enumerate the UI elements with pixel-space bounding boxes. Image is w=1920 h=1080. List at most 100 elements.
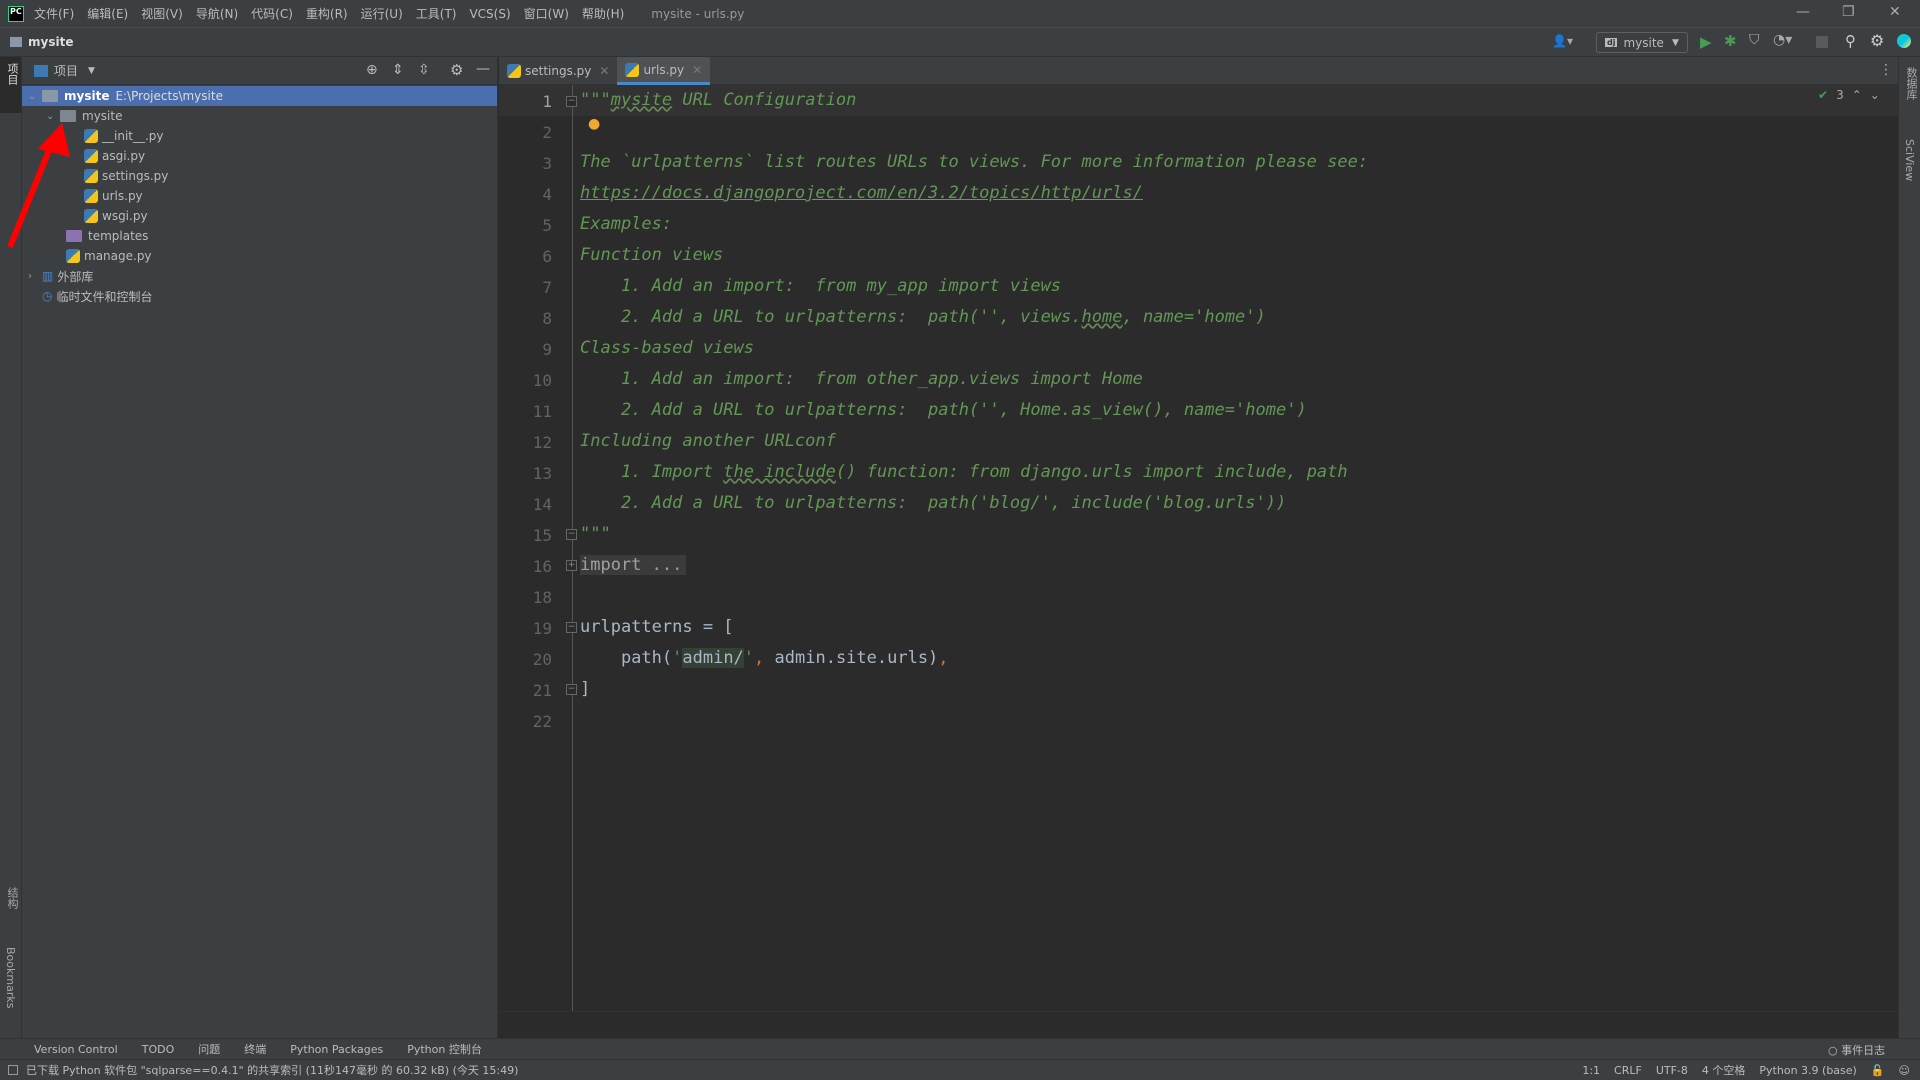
coverage-icon[interactable]: ⛉: [1749, 32, 1760, 48]
breadcrumb[interactable]: mysite: [28, 35, 73, 49]
caret-position[interactable]: 1:1: [1582, 1064, 1600, 1077]
indent-setting[interactable]: 4 个空格: [1702, 1062, 1746, 1078]
database-tool-button[interactable]: 数据库: [1903, 67, 1919, 100]
line-separator[interactable]: CRLF: [1614, 1064, 1642, 1077]
menu-vcs[interactable]: VCS(S): [469, 7, 510, 21]
code-line-7: 1. Add an import: from my_app import vie…: [580, 276, 1062, 296]
tree-item-label: 临时文件和控制台: [56, 289, 153, 304]
tree-item-settings[interactable]: settings.py: [22, 166, 497, 186]
project-panel-header: 项目 ▼ ⊕ ⇕ ⇳ ⚙ —: [22, 57, 497, 85]
more-options-icon[interactable]: ⋮: [1879, 62, 1893, 78]
structure-tool-button[interactable]: 结构: [4, 887, 20, 909]
inspector-icon[interactable]: ☺: [1899, 1064, 1910, 1077]
lightbulb-icon[interactable]: ●: [588, 116, 600, 132]
line-number: 21: [532, 681, 552, 700]
run-config-select[interactable]: dj mysite ▼: [1596, 32, 1688, 53]
next-highlight-icon[interactable]: ⌄: [1870, 88, 1880, 102]
chevron-down-icon[interactable]: ⌄: [28, 91, 42, 102]
fold-collapse-icon[interactable]: −: [566, 96, 577, 107]
tree-item-urls[interactable]: urls.py: [22, 186, 497, 206]
expand-all-icon[interactable]: ⇕: [392, 62, 404, 78]
code-line-12: Including another URLconf: [580, 431, 836, 451]
previous-highlight-icon[interactable]: ⌃: [1852, 88, 1862, 102]
code-with-me-icon[interactable]: [1897, 34, 1911, 48]
gear-icon[interactable]: ⚙: [450, 61, 463, 79]
fold-collapse-icon[interactable]: −: [566, 622, 577, 633]
toggle-tool-windows-icon[interactable]: [8, 1065, 18, 1075]
file-encoding[interactable]: UTF-8: [1656, 1064, 1688, 1077]
lock-icon[interactable]: 🔓: [1871, 1064, 1885, 1077]
gear-icon[interactable]: ⚙: [1870, 31, 1884, 50]
debug-icon[interactable]: ✱: [1724, 32, 1737, 50]
code-line-4-link[interactable]: https://docs.djangoproject.com/en/3.2/to…: [580, 183, 1143, 203]
tree-item-mysite-root[interactable]: ⌄ mysite E:\Projects\mysite: [22, 86, 497, 106]
code-line-15: """: [580, 524, 611, 544]
menu-tools[interactable]: 工具(T): [416, 5, 457, 22]
problems-tool[interactable]: 问题: [198, 1041, 220, 1057]
close-tab-icon[interactable]: ✕: [692, 63, 702, 77]
tab-urls-py[interactable]: urls.py ✕: [617, 57, 711, 85]
close-window-button[interactable]: ✕: [1889, 4, 1901, 20]
tree-item-scratches[interactable]: ◷ 临时文件和控制台: [22, 286, 497, 306]
run-icon[interactable]: ▶: [1700, 33, 1712, 51]
tree-item-mysite-package[interactable]: ⌄ mysite: [22, 106, 497, 126]
inspection-widget[interactable]: ✔ 3 ⌃ ⌄: [1818, 88, 1880, 102]
tab-settings-py[interactable]: settings.py ✕: [499, 57, 617, 85]
chevron-right-icon[interactable]: ›: [28, 271, 42, 282]
tree-item-wsgi[interactable]: wsgi.py: [22, 206, 497, 226]
python-console-tool[interactable]: Python 控制台: [407, 1041, 482, 1057]
tree-item-external-libraries[interactable]: › ▥ 外部库: [22, 266, 497, 286]
project-tool-button[interactable]: 项目: [0, 57, 21, 113]
sciview-tool-button[interactable]: SciView: [1903, 139, 1916, 181]
python-packages-tool[interactable]: Python Packages: [290, 1043, 383, 1056]
menu-file[interactable]: 文件(F): [34, 5, 74, 22]
code-line-10: 1. Add an import: from other_app.views i…: [580, 369, 1143, 389]
menu-help[interactable]: 帮助(H): [582, 5, 624, 22]
tree-item-asgi[interactable]: asgi.py: [22, 146, 497, 166]
tree-item-path: E:\Projects\mysite: [115, 89, 223, 103]
locate-file-icon[interactable]: ⊕: [366, 62, 378, 78]
code-editor[interactable]: [499, 85, 1898, 1011]
fold-collapse-icon[interactable]: −: [566, 529, 577, 540]
tree-item-init[interactable]: __init__.py: [22, 126, 497, 146]
menu-navigate[interactable]: 导航(N): [196, 5, 238, 22]
fold-expand-icon[interactable]: +: [566, 560, 577, 571]
minimize-button[interactable]: —: [1796, 4, 1810, 20]
search-icon[interactable]: ⚲: [1845, 32, 1856, 50]
terminal-tool[interactable]: 终端: [244, 1041, 266, 1057]
menu-window[interactable]: 窗口(W): [524, 5, 569, 22]
menu-view[interactable]: 视图(V): [141, 5, 183, 22]
run-config-label: mysite: [1623, 35, 1664, 50]
menu-code[interactable]: 代码(C): [251, 5, 293, 22]
status-message[interactable]: 已下载 Python 软件包 "sqlparse==0.4.1" 的共享索引 (…: [26, 1062, 518, 1078]
menu-edit[interactable]: 编辑(E): [87, 5, 128, 22]
close-tab-icon[interactable]: ✕: [599, 64, 609, 78]
todo-tool[interactable]: TODO: [142, 1043, 175, 1056]
event-log-tool[interactable]: ○ 事件日志: [1828, 1042, 1885, 1058]
menu-refactor[interactable]: 重构(R): [306, 5, 348, 22]
tree-item-label: 外部库: [57, 269, 94, 284]
collapse-all-icon[interactable]: ⇳: [418, 62, 430, 78]
tree-item-templates[interactable]: templates: [22, 226, 497, 246]
code-line-20: path('admin/', admin.site.urls),: [580, 648, 949, 668]
chevron-down-icon[interactable]: ▼: [88, 66, 95, 76]
menu-run[interactable]: 运行(U): [361, 5, 403, 22]
line-number: 1: [542, 92, 552, 111]
version-control-tool[interactable]: Version Control: [34, 1043, 118, 1056]
stop-icon[interactable]: [1816, 36, 1828, 48]
code-line-8: 2. Add a URL to urlpatterns: path('', vi…: [580, 307, 1266, 327]
folded-imports[interactable]: import ...: [580, 555, 687, 575]
tree-item-manage[interactable]: manage.py: [22, 246, 497, 266]
profile-icon[interactable]: ◔▾: [1773, 32, 1792, 48]
library-icon: ▥: [42, 269, 54, 283]
hide-panel-icon[interactable]: —: [476, 61, 490, 77]
vcs-user-icon[interactable]: 👤▾: [1552, 34, 1573, 48]
navigation-bar: mysite 👤▾ dj mysite ▼ ▶ ✱ ⛉ ◔▾ ⚲ ⚙: [0, 28, 1920, 57]
python-interpreter[interactable]: Python 3.9 (base): [1759, 1064, 1856, 1077]
horizontal-scrollbar[interactable]: [499, 1011, 1898, 1038]
project-view-select[interactable]: 项目: [54, 62, 78, 79]
chevron-down-icon: ▼: [1671, 37, 1679, 48]
fold-collapse-icon[interactable]: −: [566, 684, 577, 695]
bookmarks-tool-button[interactable]: Bookmarks: [4, 947, 17, 1008]
restore-button[interactable]: ❐: [1842, 4, 1855, 20]
